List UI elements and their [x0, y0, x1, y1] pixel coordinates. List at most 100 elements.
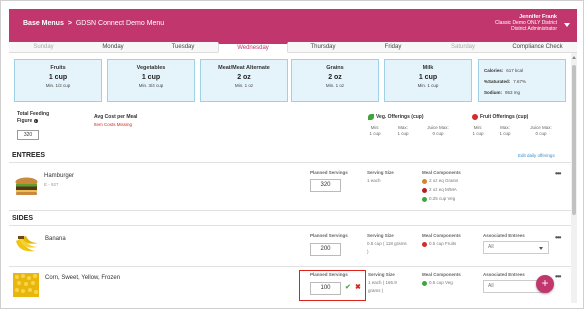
meal-components-label: Meal Components [422, 233, 461, 238]
tab-tuesday[interactable]: Tuesday [148, 42, 218, 53]
scroll-up-arrow-icon[interactable] [572, 56, 576, 59]
planned-servings-label: Planned Servings [310, 233, 348, 238]
info-icon[interactable]: i [33, 118, 38, 123]
user-menu[interactable]: Jennifer Frank Classic Demo ONLY Distric… [495, 14, 557, 33]
corn-image [13, 273, 39, 297]
breadcrumb: Base Menus > GDSN Connect Demo Menu [23, 20, 164, 27]
tab-sunday[interactable]: Sunday [9, 42, 78, 53]
divider [9, 225, 571, 226]
tab-wednesday[interactable]: Wednesday [218, 42, 288, 53]
breadcrumb-separator: > [67, 20, 72, 27]
serving-size-value-cont: ) [367, 249, 369, 254]
banana-planned-servings-input[interactable]: 200 [310, 243, 341, 256]
card-title: Vegetables [136, 65, 166, 71]
serving-size-value: 0.5 cup ( 118 grams [367, 241, 407, 246]
saturated-row: %Saturated: 7.67% [484, 79, 565, 84]
component-grains: 2 oz eq Grains [429, 178, 459, 183]
serving-size-label: Serving Size [368, 272, 395, 277]
leaf-icon [368, 114, 374, 120]
card-title: Fruits [50, 65, 66, 71]
entree-planned-servings-input[interactable]: 320 [310, 179, 341, 192]
add-item-button[interactable]: + [536, 275, 554, 293]
avg-cost-label: Avg Cost per Meal [94, 114, 138, 120]
card-title: Milk [422, 65, 434, 71]
vertical-scrollbar[interactable] [571, 53, 577, 303]
milk-card: Milk 1 cup Min. 1 cup [384, 59, 472, 102]
divider [9, 210, 571, 211]
nutrition-summary-card: Calories: 617 kcal %Saturated: 7.67% Sodiu… [478, 59, 566, 102]
serving-size-value-cont: grams ) [368, 288, 384, 293]
meat-card: Meat/Meat Alternate 2 oz Min. 1 oz [200, 59, 288, 102]
saturated-value: 7.67% [513, 79, 527, 84]
calories-value: 617 kcal [506, 68, 524, 73]
veg-juice-max: Juice Max: 0 cup [427, 125, 449, 136]
card-title: Meat/Meat Alternate [218, 65, 270, 71]
fruit-icon [422, 242, 427, 247]
feeding-figure-label: Figure i [17, 118, 38, 124]
select-value: All [488, 283, 494, 289]
chevron-down-icon[interactable] [564, 23, 570, 27]
serving-size-label: Serving Size [367, 233, 394, 238]
top-header-bar: Base Menus > GDSN Connect Demo Menu Jenn… [9, 9, 577, 42]
grains-icon [422, 179, 427, 184]
card-title: Grains [326, 65, 344, 71]
entree-name[interactable]: Hamburger [44, 173, 74, 179]
app-window: Base Menus > GDSN Connect Demo Menu Jenn… [0, 0, 584, 309]
veg-icon [422, 197, 427, 202]
fruit-min: Min: 1 cup [472, 125, 484, 136]
apple-icon [472, 114, 478, 120]
user-role: District Administrator [511, 26, 557, 33]
sides-heading: SIDES [12, 215, 34, 222]
associated-entrees-select[interactable]: All [483, 241, 549, 254]
corn-name[interactable]: Corn, Sweet, Yellow, Frozen [45, 275, 120, 281]
component-veg: 0.25 cup Veg [429, 196, 456, 201]
fruit-max: Max: 1 cup [499, 125, 511, 136]
banana-name[interactable]: Banana [45, 236, 66, 242]
tab-thursday[interactable]: Thursday [288, 42, 358, 53]
edit-daily-offerings-link[interactable]: Edit daily offerings [518, 153, 555, 158]
total-feeding-input[interactable]: 320 [17, 130, 39, 140]
veg-offerings-title: Veg. Offerings (cup) [376, 114, 424, 120]
card-min: Min. 3/4 cup [138, 83, 164, 88]
fruits-card: Fruits 1 cup Min. 1/2 cup [14, 59, 102, 102]
chevron-down-icon [539, 247, 543, 250]
grains-card: Grains 2 oz Min. 1 oz [291, 59, 379, 102]
card-value: 1 cup [141, 74, 161, 81]
associated-entrees-label: Associated Entrees [483, 272, 525, 277]
tab-monday[interactable]: Monday [78, 42, 148, 53]
component-fruit: 0.5 cup Fruits [429, 241, 457, 246]
card-value: 2 oz [328, 74, 342, 81]
total-feeding-label: Total Feeding [17, 111, 50, 117]
banana-image [16, 236, 38, 252]
card-value: 2 oz [237, 74, 251, 81]
scroll-thumb[interactable] [572, 65, 576, 215]
planned-servings-label: Planned Servings [310, 170, 348, 175]
select-value: All [488, 244, 494, 250]
component-veg: 0.5 cup Veg [429, 280, 453, 285]
vegetables-card: Vegetables 1 cup Min. 3/4 cup [107, 59, 195, 102]
veg-max: Max: 1 cup [397, 125, 409, 136]
fruit-juice-max: Juice Max: 0 cup [530, 125, 552, 136]
card-min: Min. 1 oz [234, 83, 254, 88]
sodium-label: Sodium: [484, 90, 502, 95]
tab-saturday[interactable]: Saturday [428, 42, 498, 53]
card-min: Min. 1 cup [417, 83, 439, 88]
sodium-row: Sodium: 953 mg [484, 90, 565, 95]
tab-compliance-check[interactable]: Compliance Check [498, 42, 577, 53]
more-options-icon[interactable]: ••• [555, 169, 561, 178]
serving-size-value: 1 each [367, 178, 381, 183]
veg-min: Min: 1 cup [369, 125, 381, 136]
divider [9, 162, 571, 163]
component-meat: 2 oz eq M/MA [429, 187, 457, 192]
calories-label: Calories: [484, 68, 504, 73]
more-options-icon[interactable]: ••• [555, 272, 561, 281]
meat-icon [422, 188, 427, 193]
more-options-icon[interactable]: ••• [555, 233, 561, 242]
calories-row: Calories: 617 kcal [484, 68, 565, 73]
breadcrumb-base-menus[interactable]: Base Menus [23, 20, 64, 27]
entree-code: E - 927 [44, 182, 59, 187]
breadcrumb-current: GDSN Connect Demo Menu [75, 20, 165, 27]
tab-friday[interactable]: Friday [358, 42, 428, 53]
veg-icon [422, 281, 427, 286]
highlight-box [299, 270, 366, 301]
